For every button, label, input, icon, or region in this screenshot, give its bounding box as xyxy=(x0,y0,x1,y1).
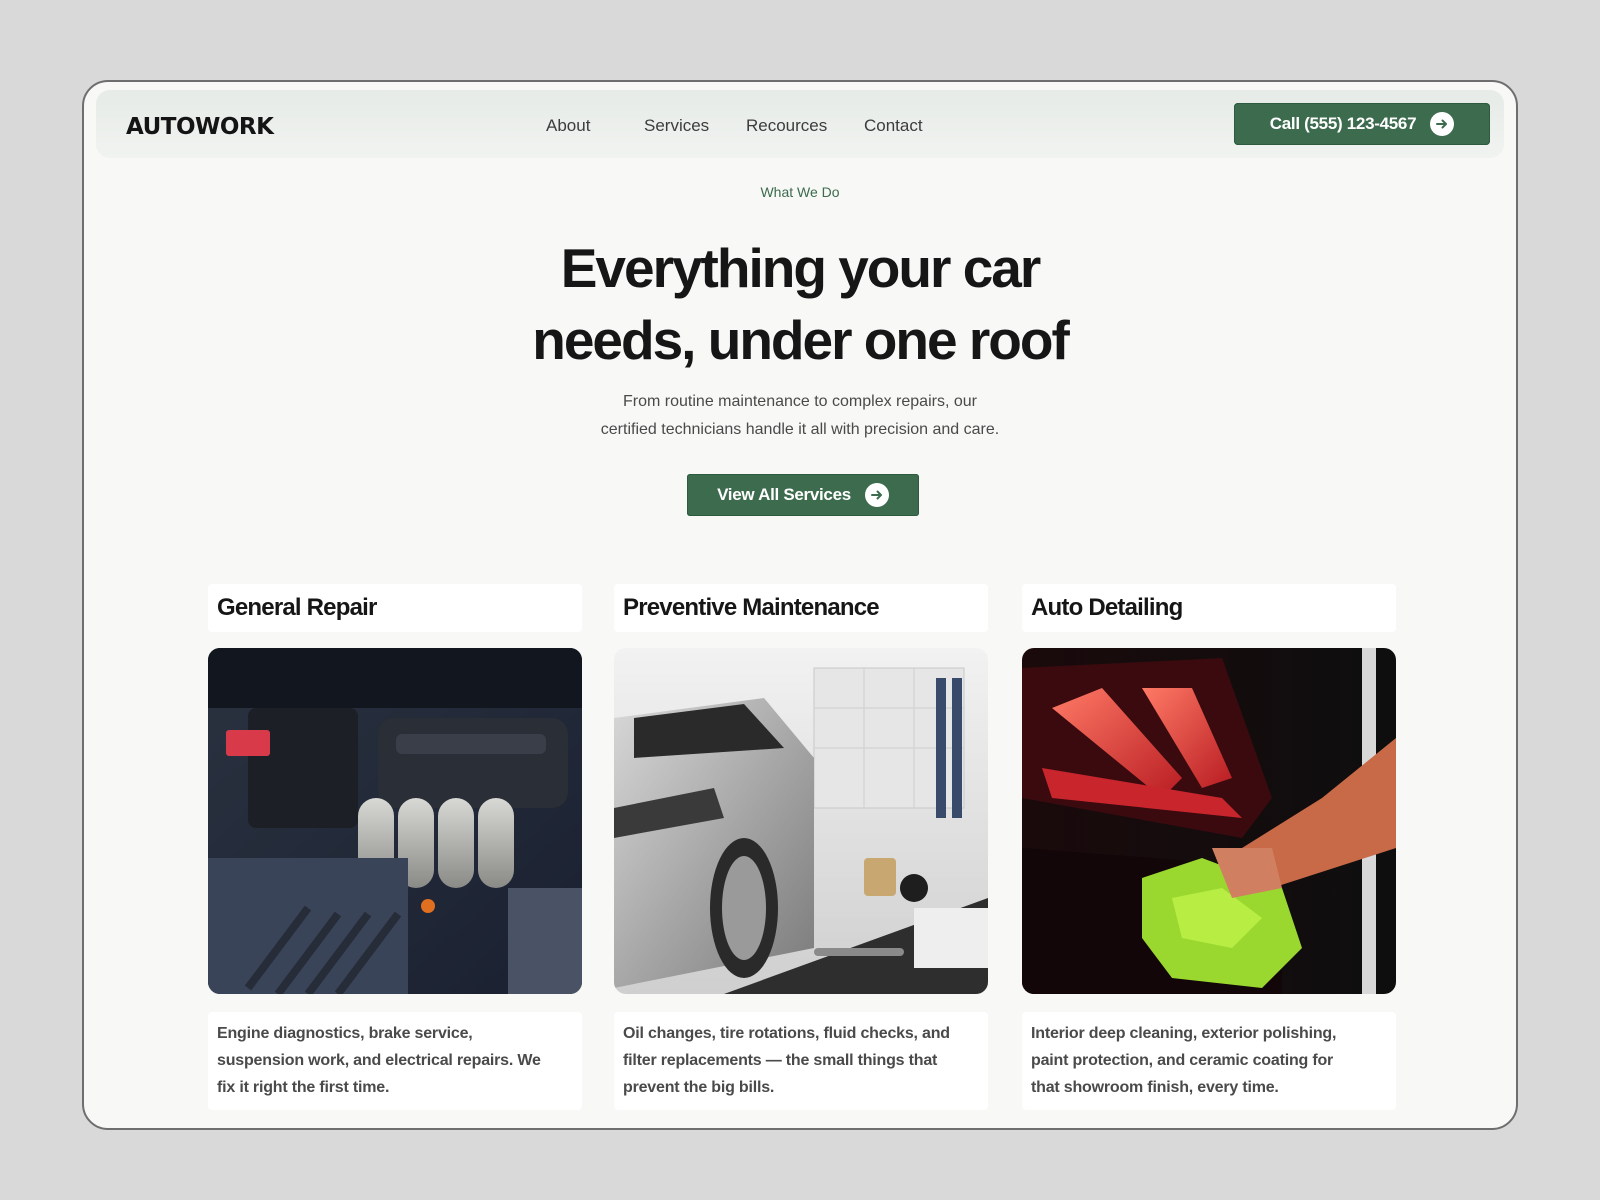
subtext-line-1: From routine maintenance to complex repa… xyxy=(623,393,977,410)
card-desc-line: filter replacements — the small things t… xyxy=(623,1052,938,1069)
service-card-auto-detailing[interactable]: Auto Detailing Interior deep cleaning, e… xyxy=(1022,584,1396,1110)
service-card-preventive-maintenance[interactable]: Preventive Maintenance Oil changes, tire… xyxy=(614,584,988,1110)
card-title: Preventive Maintenance xyxy=(614,584,988,632)
arrow-right-icon xyxy=(1430,112,1455,136)
card-desc-line: suspension work, and electrical repairs.… xyxy=(217,1052,541,1069)
arrow-right-icon xyxy=(864,483,889,507)
nav-link-about[interactable]: About xyxy=(546,116,590,136)
card-title: Auto Detailing xyxy=(1022,584,1396,632)
nav-link-resources[interactable]: Recources xyxy=(746,116,827,136)
browser-frame: AUTOWORK About Services Recources Contac… xyxy=(82,80,1518,1130)
service-card-general-repair[interactable]: General Repair Engine diagnostics, brake… xyxy=(208,584,582,1110)
headline-line-2: needs, under one roof xyxy=(532,309,1070,371)
card-description: Interior deep cleaning, exterior polishi… xyxy=(1022,1012,1396,1110)
cta-label: View All Services xyxy=(717,485,851,504)
subtext-line-2: certified technicians handle it all with… xyxy=(600,421,1000,438)
card-title: General Repair xyxy=(208,584,582,632)
nav-link-services[interactable]: Services xyxy=(644,116,709,136)
top-nav: AUTOWORK About Services Recources Contac… xyxy=(96,90,1504,158)
engine-bay-image xyxy=(208,648,582,994)
nav-link-contact[interactable]: Contact xyxy=(864,116,923,136)
card-desc-line: that showroom finish, every time. xyxy=(1031,1079,1279,1096)
card-desc-line: prevent the big bills. xyxy=(623,1079,775,1096)
view-all-services-button[interactable]: View All Services xyxy=(687,474,919,516)
hero-subtext: From routine maintenance to complex repa… xyxy=(84,388,1516,444)
taillight-polishing-image xyxy=(1022,648,1396,994)
call-button-label: Call (555) 123-4567 xyxy=(1269,114,1417,133)
card-description: Engine diagnostics, brake service, suspe… xyxy=(208,1012,582,1110)
card-desc-line: Interior deep cleaning, exterior polishi… xyxy=(1031,1025,1337,1042)
card-desc-line: Engine diagnostics, brake service, xyxy=(217,1025,473,1042)
call-button[interactable]: Call (555) 123-4567 xyxy=(1234,103,1490,145)
logo[interactable]: AUTOWORK xyxy=(126,114,274,140)
card-desc-line: fix it right the first time. xyxy=(217,1079,390,1096)
card-desc-line: Oil changes, tire rotations, fluid check… xyxy=(623,1025,950,1042)
silver-car-garage-image xyxy=(614,648,988,994)
hero-headline: Everything your car needs, under one roo… xyxy=(84,232,1516,376)
card-desc-line: paint protection, and ceramic coating fo… xyxy=(1031,1052,1334,1069)
headline-line-1: Everything your car xyxy=(560,237,1042,299)
card-description: Oil changes, tire rotations, fluid check… xyxy=(614,1012,988,1110)
section-eyebrow: What We Do xyxy=(760,184,840,200)
